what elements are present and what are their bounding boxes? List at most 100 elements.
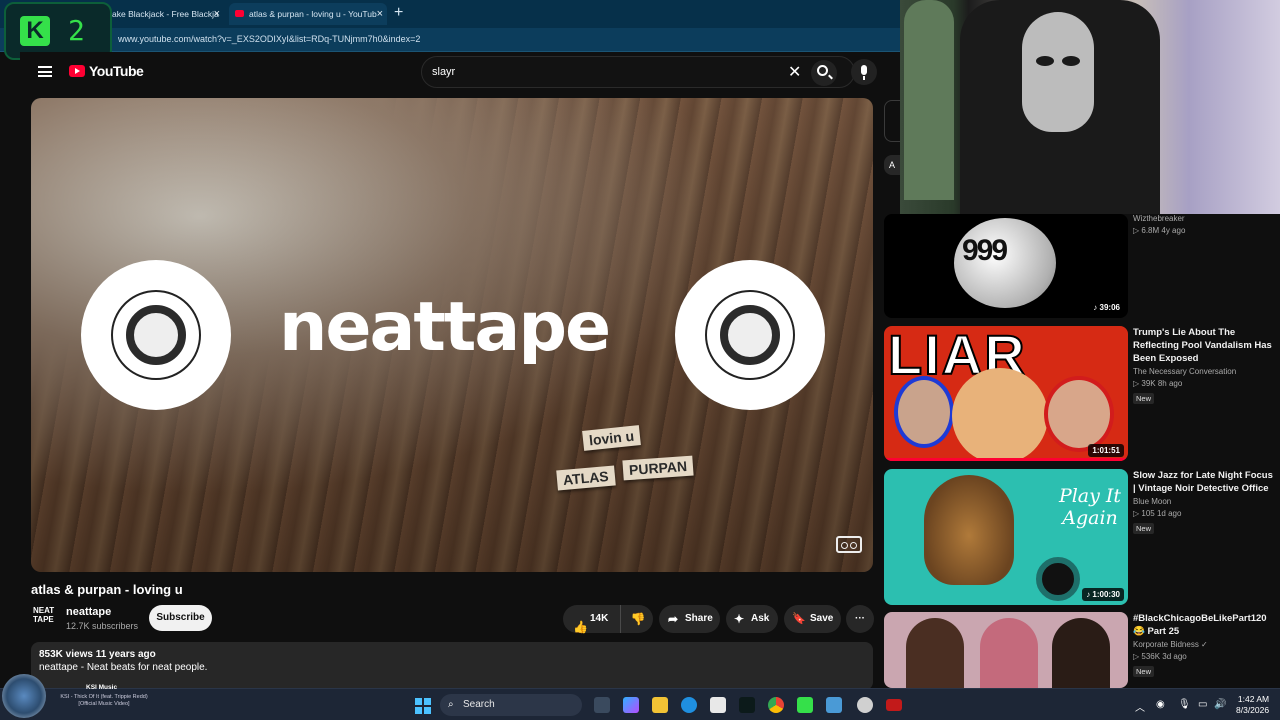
youtube-wordmark[interactable]: YouTube: [89, 63, 144, 79]
clear-search-icon[interactable]: ✕: [788, 62, 801, 82]
file-explorer-icon[interactable]: [652, 697, 668, 713]
channel-name[interactable]: neattape: [66, 606, 111, 618]
record-graphic: [1036, 557, 1080, 601]
windows-taskbar: ⌕ Search ︿ ◉ 🎙 ▭ 🔊 1:42 AM 8/3/2026: [0, 688, 1280, 720]
channel-avatar[interactable]: NEAT TAPE: [33, 606, 55, 630]
face-graphic: [952, 368, 1048, 461]
search-icon: [817, 65, 828, 76]
like-dislike-group: 👍 14K 👎: [563, 605, 653, 634]
recommendation-stats: ▷ 6.8M 4y ago: [1133, 226, 1186, 235]
tab-label: ake Blackjack - Free Blackja: [112, 9, 219, 19]
subscriber-count: 12.7K subscribers: [66, 621, 139, 631]
youtube-logo-icon[interactable]: [69, 65, 85, 77]
new-badge: New: [1133, 523, 1155, 534]
recommendation-thumbnail[interactable]: 999 ♪ 39:06: [884, 214, 1128, 318]
recommendation-channel: The Necessary Conversation: [1133, 367, 1237, 376]
hamburger-menu-icon[interactable]: [38, 66, 52, 77]
copilot-icon[interactable]: [623, 697, 639, 713]
view-count-date: 853K views 11 years ago: [39, 649, 156, 660]
address-bar[interactable]: www.youtube.com/watch?v=_EXS2ODIXyI&list…: [0, 28, 900, 52]
photos-icon[interactable]: [826, 697, 842, 713]
duration-badge: 1:01:51: [1088, 444, 1124, 457]
new-badge: New: [1133, 666, 1155, 677]
network-icon[interactable]: ◉: [1156, 699, 1165, 710]
store-icon[interactable]: [710, 697, 726, 713]
screen: ake Blackjack - Free Blackja × atlas & p…: [0, 0, 1280, 720]
tape-reel-left: [81, 260, 231, 410]
taskbar-search[interactable]: ⌕ Search: [440, 694, 582, 716]
dislike-button[interactable]: 👎: [623, 605, 653, 633]
recommendation-thumbnail[interactable]: LIAR 1:01:51: [884, 326, 1128, 461]
person-graphic: [980, 618, 1038, 688]
share-button[interactable]: ➦ Share: [659, 605, 720, 633]
description-box[interactable]: 853K views 11 years ago neattape - Neat …: [31, 642, 873, 690]
edge-icon[interactable]: [681, 697, 697, 713]
close-tab-icon[interactable]: ×: [377, 3, 383, 25]
windows-start-icon[interactable]: [415, 698, 431, 714]
recommendation-stats: ▷ 536K 3d ago: [1133, 652, 1187, 661]
ask-button[interactable]: ✦ Ask: [726, 605, 778, 633]
like-count: 14K: [590, 613, 609, 624]
recommendation-channel: Korporate Bidness ✓: [1133, 640, 1208, 649]
thumbs-down-icon: 👎: [630, 612, 646, 626]
album-art: [2, 674, 46, 718]
recommendation-title[interactable]: Trump's Lie About The Reflecting Pool Va…: [1133, 326, 1275, 365]
sidebar-partial-box: [884, 100, 900, 142]
recommendation-thumbnail[interactable]: Play It Again ♪ 1:00:30: [884, 469, 1128, 605]
youtube-header: YouTube slayr ✕: [20, 52, 900, 92]
like-button[interactable]: 👍 14K: [563, 605, 621, 634]
recommendation-channel: Wizthebreaker: [1133, 214, 1185, 223]
tab-label: atlas & purpan - loving u - YouTub: [249, 9, 377, 19]
duration-badge: ♪ 1:00:30: [1082, 588, 1124, 601]
duration-badge: ♪ 39:06: [1089, 301, 1124, 314]
person-graphic: [906, 618, 964, 688]
k-logo-icon: K: [20, 16, 50, 46]
kick-icon[interactable]: [797, 697, 813, 713]
terminal-icon[interactable]: [739, 697, 755, 713]
recommendation-title[interactable]: Slow Jazz for Late Night Focus | Vintage…: [1133, 469, 1275, 495]
search-button[interactable]: [811, 60, 837, 86]
face-graphic: [894, 376, 954, 448]
subscribe-button[interactable]: Subscribe: [149, 605, 212, 631]
tab-blackjack[interactable]: ake Blackjack - Free Blackja ×: [106, 3, 224, 25]
recommendation-stats: ▷ 105 1d ago: [1133, 509, 1182, 518]
microphone-icon[interactable]: 🎙: [1178, 699, 1191, 710]
overlay-number: 2: [68, 14, 85, 47]
search-box[interactable]: slayr ✕: [421, 56, 855, 88]
recommendation-info[interactable]: #BlackChicagoBeLikePart120😂 Part 25 Korp…: [1133, 612, 1275, 679]
person-graphic: [1052, 618, 1110, 688]
ask-label: Ask: [751, 613, 770, 624]
tab-youtube-active[interactable]: atlas & purpan - loving u - YouTub ×: [229, 3, 387, 25]
shirt-print: [1022, 12, 1094, 132]
bookmark-icon: 🔖: [792, 613, 806, 625]
share-arrow-icon: ➦: [668, 612, 679, 626]
watch-progress-bar: [884, 458, 1128, 461]
volume-icon[interactable]: 🔊: [1214, 699, 1226, 710]
recommendation-info[interactable]: Trump's Lie About The Reflecting Pool Va…: [1133, 326, 1275, 406]
recommendation-channel: Blue Moon: [1133, 497, 1172, 506]
task-view-icon[interactable]: [594, 697, 610, 713]
recommendation-thumbnail[interactable]: [884, 612, 1128, 688]
system-clock[interactable]: 1:42 AM 8/3/2026: [1236, 694, 1269, 716]
search-input[interactable]: slayr: [432, 66, 455, 78]
filter-chip[interactable]: A: [884, 155, 900, 175]
webcam-overlay: [900, 0, 1280, 214]
close-tab-icon[interactable]: ×: [214, 3, 220, 25]
recommendation-title[interactable]: #BlackChicagoBeLikePart120😂 Part 25: [1133, 612, 1275, 638]
save-button[interactable]: 🔖 Save: [784, 605, 841, 633]
new-tab-button[interactable]: +: [394, 4, 403, 22]
recommendation-info[interactable]: Slow Jazz for Late Night Focus | Vintage…: [1133, 469, 1275, 536]
voice-search-mic-icon[interactable]: [851, 59, 877, 85]
thumbnail-text: 999: [962, 234, 1008, 267]
chrome-icon[interactable]: [768, 697, 784, 713]
obs-icon[interactable]: [857, 697, 873, 713]
recommendation-info[interactable]: Wizthebreaker ▷ 6.8M 4y ago: [1133, 212, 1275, 235]
video-player[interactable]: neattape lovin u ATLAS PURPAN: [31, 98, 873, 572]
more-actions-button[interactable]: ···: [846, 605, 874, 633]
app-thumbnail-icon[interactable]: [886, 699, 902, 711]
display-icon[interactable]: ▭: [1198, 699, 1207, 710]
now-playing-widget[interactable]: KSI Music KSI - Thick Of It (feat. Tripp…: [0, 672, 150, 720]
tray-chevron-icon[interactable]: ︿: [1135, 699, 1145, 714]
recommendation-stats: ▷ 39K 8h ago: [1133, 379, 1183, 388]
figurine: [904, 0, 954, 200]
